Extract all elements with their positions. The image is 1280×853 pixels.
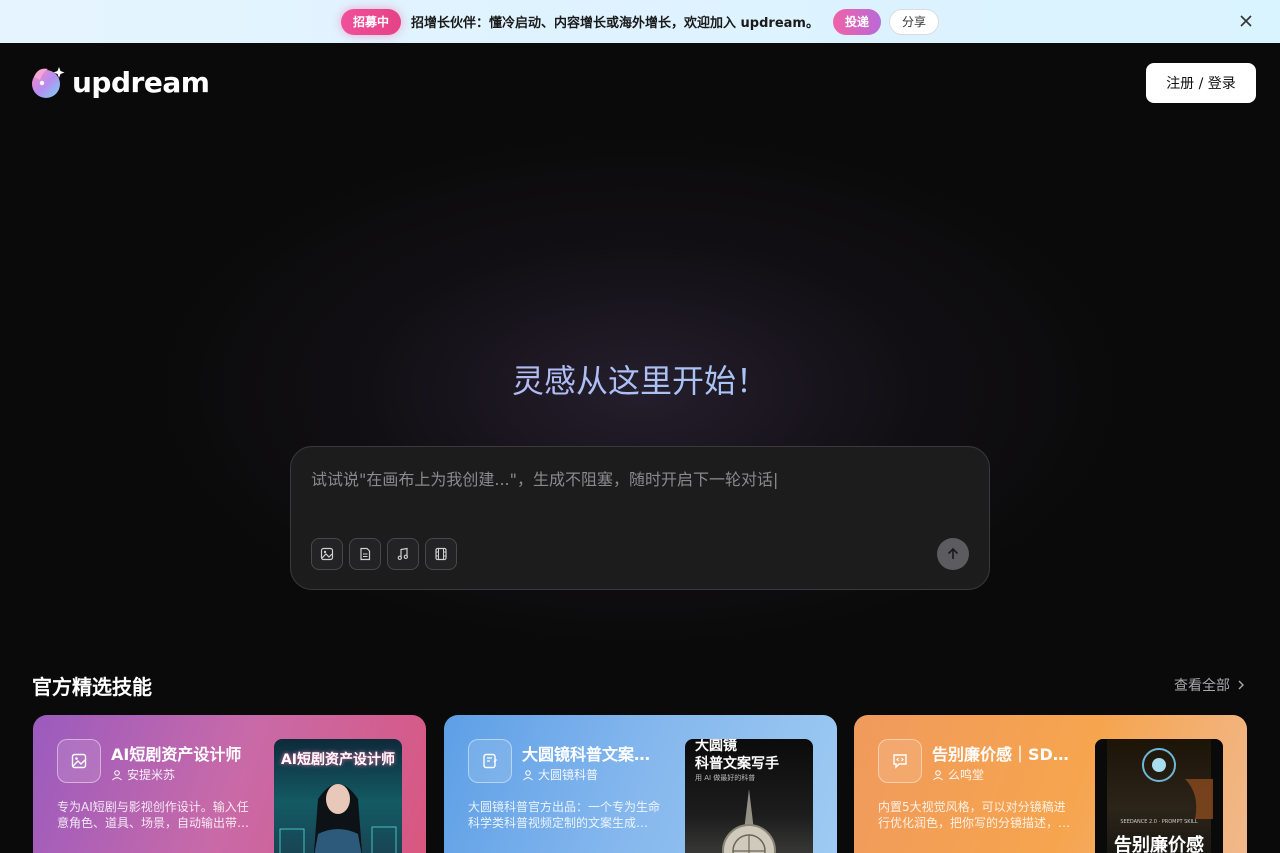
- user-icon: [523, 769, 533, 780]
- image-tool-icon[interactable]: [311, 538, 343, 570]
- user-icon: [112, 769, 122, 780]
- skill-card-thumbnail: AI短剧资产设计师: [274, 739, 402, 853]
- share-button[interactable]: 分享: [888, 8, 939, 35]
- banner-text: 招增长伙伴：懂冷启动、内容增长或海外增长，欢迎加入 updream。: [411, 16, 819, 31]
- user-icon: [933, 769, 943, 780]
- section-title: 官方精选技能: [32, 675, 152, 699]
- skill-card-author: 么鸣堂: [932, 766, 984, 783]
- hero-title: 灵感从这里开始！: [0, 356, 1280, 402]
- skill-card-description: 专为AI短剧与影视创作设计。输入任意角色、道具、场景，自动输出带…: [57, 800, 250, 830]
- thumbnail-caption: SEEDANCE 2.0 · PROMPT SKILL: [1120, 819, 1198, 825]
- announcement-banner: 招募中 招增长伙伴：懂冷启动、内容增长或海外增长，欢迎加入 updream。 投…: [0, 0, 1280, 43]
- skill-card-author: 安提米苏: [111, 766, 175, 783]
- logo-mark-icon: [28, 63, 68, 101]
- skill-card[interactable]: AI短剧资产设计师 安提米苏 专为AI短剧与影视创作设计。输入任意角色、道具、场…: [33, 715, 426, 853]
- notebook-icon: [468, 739, 512, 783]
- logo-text: updream: [72, 65, 210, 99]
- document-tool-icon[interactable]: [349, 538, 381, 570]
- skill-card-description: 大圆镜科普官方出品：一个专为生命科学类科普视频定制的文案生成…: [468, 800, 661, 830]
- skill-card-description: 内置5大视觉风格，可以对分镜稿进行优化润色，把你写的分镜描述，…: [878, 800, 1071, 830]
- view-all-link[interactable]: 查看全部: [1174, 675, 1246, 695]
- arrow-up-icon: [947, 547, 959, 559]
- skill-card-author-name: 安提米苏: [127, 768, 176, 782]
- code-chat-icon: [878, 739, 922, 783]
- skill-card-author-name: 么鸣堂: [948, 768, 985, 782]
- skill-card-title: 大圆镜科普文案…: [522, 745, 651, 764]
- skill-card[interactable]: 大圆镜科普文案… 大圆镜科普 大圆镜科普官方出品：一个专为生命科学类科普视频定制…: [444, 715, 837, 853]
- music-tool-icon[interactable]: [387, 538, 419, 570]
- skill-card-title: 告别廉价感｜SD…: [932, 745, 1069, 764]
- skill-card-author: 大圆镜科普: [522, 766, 598, 783]
- skill-card-title: AI短剧资产设计师: [111, 745, 242, 764]
- prompt-input[interactable]: [311, 467, 951, 491]
- image-icon: [57, 739, 101, 783]
- submit-resume-button[interactable]: 投递: [832, 8, 881, 35]
- close-icon[interactable]: [1236, 11, 1256, 31]
- chevron-right-icon: [1238, 680, 1244, 690]
- compass-illustration: [722, 789, 776, 853]
- skill-card[interactable]: 告别廉价感｜SD… 么鸣堂 内置5大视觉风格，可以对分镜稿进行优化润色，把你写的…: [854, 715, 1247, 853]
- view-all-label: 查看全部: [1174, 678, 1230, 694]
- prompt-tools: [311, 538, 457, 570]
- logo[interactable]: updream: [28, 63, 210, 101]
- video-tool-icon[interactable]: [425, 538, 457, 570]
- recruiting-badge: 招募中: [341, 8, 402, 35]
- skill-card-thumbnail: 大圆镜 科普文案写手 用 AI 做最好的科普: [685, 739, 813, 853]
- thumbnail-title: 告别廉价感: [1114, 835, 1204, 853]
- skill-card-thumbnail: SEEDANCE 2.0 · PROMPT SKILL 告别廉价感: [1095, 739, 1223, 853]
- register-login-button[interactable]: 注册 / 登录: [1146, 63, 1256, 103]
- character-illustration: [279, 784, 397, 853]
- send-button[interactable]: [937, 538, 969, 570]
- prompt-box: [290, 446, 990, 590]
- skill-card-author-name: 大圆镜科普: [538, 768, 599, 782]
